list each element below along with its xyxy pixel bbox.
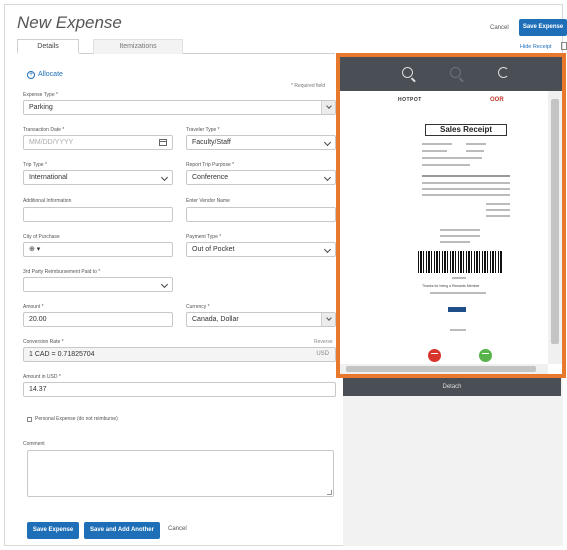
required-field-note: * Required field — [291, 83, 326, 89]
currency-label: Currency * — [186, 304, 210, 310]
payment-type-select[interactable]: Out of Pocket — [186, 242, 336, 257]
currency-value: Canada, Dollar — [192, 316, 239, 323]
currency-select[interactable]: Canada, Dollar — [186, 312, 336, 327]
plus-icon: + — [27, 71, 35, 79]
conversion-rate-label: Conversion Rate * — [23, 339, 64, 345]
expense-type-select[interactable]: Parking — [23, 100, 336, 115]
chevron-down-icon — [321, 313, 335, 326]
vendor-name-input[interactable] — [186, 207, 336, 222]
conversion-rate-value: 1 CAD = 0.71825704 — [29, 351, 95, 358]
cancel-button[interactable]: Cancel — [168, 526, 187, 532]
comment-textarea[interactable] — [27, 450, 334, 497]
third-party-label: 3rd Party Reimbursement Paid to * — [23, 269, 101, 275]
allocate-link[interactable]: + Allocate — [27, 71, 63, 79]
city-of-purchase-input[interactable]: ⊕ ▾ — [23, 242, 173, 257]
additional-information-input[interactable] — [23, 207, 173, 222]
amount-label: Amount * — [23, 304, 44, 310]
transaction-date-label: Transaction Date * — [23, 127, 65, 133]
amount-input[interactable]: 20.00 — [23, 312, 173, 327]
traveler-type-label: Traveler Type * — [186, 127, 220, 133]
expense-type-value: Parking — [29, 104, 53, 111]
top-save-expense-button[interactable]: Save Expense — [519, 19, 567, 36]
expense-type-label: Expense Type * — [23, 92, 58, 98]
tab-bar: Details Itemizations — [17, 38, 335, 54]
document-icon[interactable] — [561, 42, 567, 50]
save-and-add-another-button[interactable]: Save and Add Another — [84, 522, 160, 539]
amount-usd-label: Amount in USD * — [23, 374, 61, 380]
payment-type-label: Payment Type * — [186, 234, 222, 240]
amount-usd-input[interactable]: 14.37 — [23, 382, 336, 397]
personal-expense-checkbox[interactable] — [27, 417, 32, 422]
conversion-unit: USD — [316, 351, 329, 357]
tab-details[interactable]: Details — [17, 39, 79, 54]
personal-expense-label: Personal Expense (do not reimburse) — [35, 416, 118, 422]
comment-label: Comment — [23, 441, 45, 447]
hide-receipt-link[interactable]: Hide Receipt — [520, 44, 552, 50]
resize-handle-icon[interactable] — [327, 490, 332, 495]
report-trip-purpose-label: Report Trip Purpose * — [186, 162, 235, 168]
tab-itemizations[interactable]: Itemizations — [93, 39, 183, 54]
third-party-select[interactable] — [23, 277, 173, 292]
page-title: New Expense — [17, 13, 122, 32]
reverse-link[interactable]: Reverse — [314, 339, 333, 345]
trip-type-select[interactable]: International — [23, 170, 173, 185]
save-expense-button[interactable]: Save Expense — [27, 522, 79, 539]
detach-button[interactable]: Detach — [343, 378, 561, 396]
traveler-type-select[interactable]: Faculty/Staff — [186, 135, 336, 150]
report-trip-purpose-select[interactable]: Conference — [186, 170, 336, 185]
chevron-down-icon — [321, 101, 335, 114]
allocate-label: Allocate — [38, 71, 63, 78]
calendar-icon[interactable] — [159, 139, 167, 146]
transaction-date-placeholder: MM/DD/YYYY — [29, 139, 74, 146]
trip-type-label: Trip Type * — [23, 162, 47, 168]
top-cancel-button[interactable]: Cancel — [490, 25, 509, 31]
additional-information-label: Additional Information — [23, 198, 72, 204]
receipt-highlight-frame — [336, 53, 566, 378]
transaction-date-input[interactable]: MM/DD/YYYY — [23, 135, 173, 150]
vendor-name-label: Enter Vendor Name — [186, 198, 230, 204]
city-of-purchase-label: City of Purchase — [23, 234, 60, 240]
conversion-rate-input[interactable]: 1 CAD = 0.71825704 USD — [23, 347, 336, 362]
